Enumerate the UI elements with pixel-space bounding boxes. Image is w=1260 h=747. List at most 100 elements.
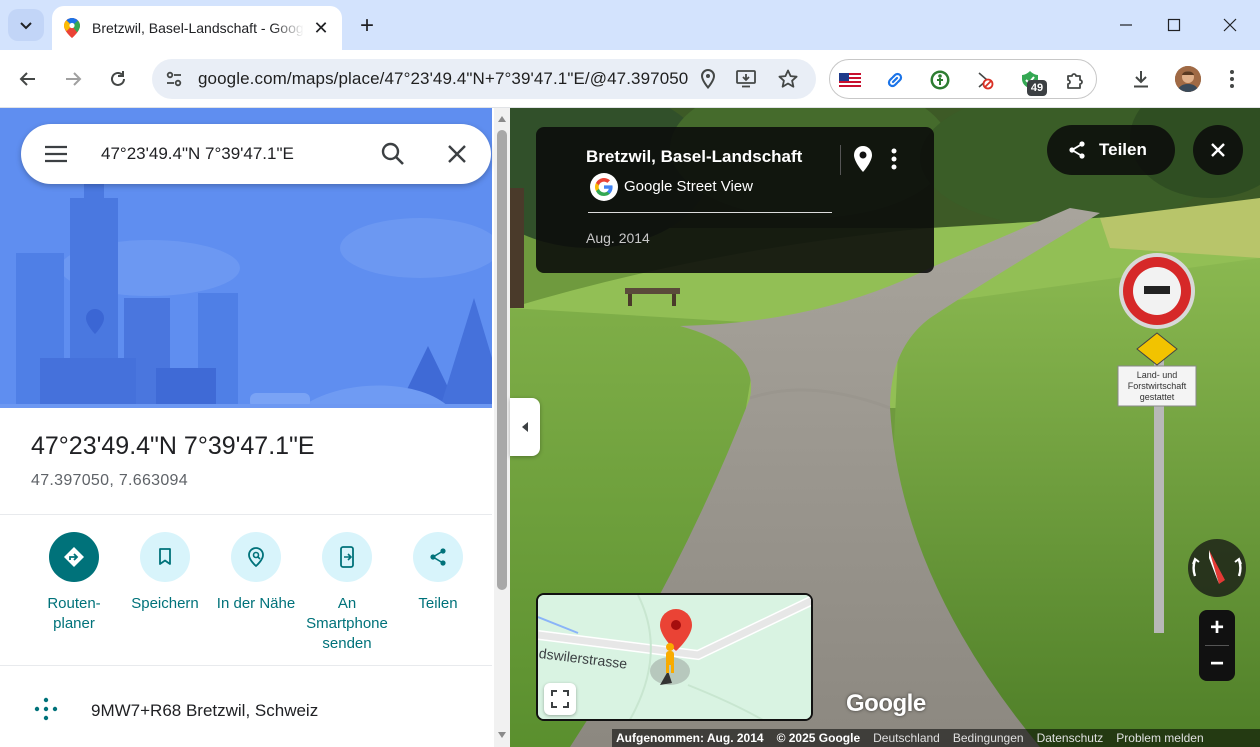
directions-icon-circle xyxy=(49,532,99,582)
block-icon xyxy=(978,72,994,90)
scroll-up-icon[interactable] xyxy=(497,114,507,124)
card-separator xyxy=(840,145,841,175)
install-icon xyxy=(736,70,756,88)
minimap-expand-button[interactable] xyxy=(544,683,576,715)
browser-tab-active[interactable]: Bretzwil, Basel-Landschaft - Google Maps… xyxy=(52,6,342,50)
location-pin-icon[interactable] xyxy=(852,145,874,173)
extension-blocker[interactable] xyxy=(973,68,997,92)
menu-button[interactable] xyxy=(43,142,69,166)
new-tab-button[interactable]: + xyxy=(354,12,380,39)
street-view-info-card: Bretzwil, Basel-Landschaft Google Street… xyxy=(536,127,934,273)
site-info-button[interactable] xyxy=(160,65,188,93)
share-label: Teilen xyxy=(418,595,458,612)
scroll-down-icon[interactable] xyxy=(497,730,507,740)
zoom-control: + − xyxy=(1199,610,1235,681)
google-g-icon xyxy=(595,178,613,196)
share-icon-circle xyxy=(413,532,463,582)
browser-toolbar: google.com/maps/place/47°23'49.4"N+7°39'… xyxy=(0,50,1260,108)
scrollbar-thumb[interactable] xyxy=(497,130,507,590)
hamburger-menu-icon xyxy=(45,145,67,163)
link-icon xyxy=(887,72,903,88)
save-button[interactable]: Speichern xyxy=(120,532,210,614)
map-footer: Aufgenommen: Aug. 2014 © 2025 Google Deu… xyxy=(612,729,1260,747)
footer-terms-link[interactable]: Bedingungen xyxy=(953,731,1024,745)
street-view-location-title[interactable]: Bretzwil, Basel-Landschaft xyxy=(586,147,802,167)
share-icon xyxy=(430,548,446,566)
back-button[interactable] xyxy=(12,63,44,95)
tab-close-icon[interactable]: ✕ xyxy=(310,17,332,39)
footer-report-link[interactable]: Problem melden xyxy=(1116,731,1203,745)
search-input[interactable]: 47°23'49.4"N 7°39'47.1"E xyxy=(101,144,294,164)
url-text: google.com/maps/place/47°23'49.4"N+7°39'… xyxy=(198,69,688,88)
star-icon xyxy=(778,69,798,88)
save-label: Speichern xyxy=(131,595,199,612)
street-view-share-button[interactable]: Teilen xyxy=(1047,125,1175,175)
bookmark-star-button[interactable] xyxy=(774,65,802,93)
install-app-button[interactable] xyxy=(732,65,760,93)
close-icon xyxy=(1223,18,1237,32)
directions-button[interactable]: Routen- planer xyxy=(29,532,119,634)
address-bar[interactable]: google.com/maps/place/47°23'49.4"N+7°39'… xyxy=(152,59,816,99)
place-coordinates: 47.397050, 7.663094 xyxy=(31,472,188,489)
compass-icon[interactable] xyxy=(1187,538,1247,598)
nearby-search-icon xyxy=(248,547,264,568)
clear-search-button[interactable] xyxy=(443,140,471,168)
send-to-phone-label: An Smartphone senden xyxy=(306,595,388,652)
maximize-window-button[interactable] xyxy=(1154,10,1194,40)
fullscreen-icon xyxy=(551,690,569,708)
google-watermark: Google xyxy=(846,690,926,717)
minimize-window-button[interactable] xyxy=(1106,10,1146,40)
capture-date[interactable]: Aug. 2014 xyxy=(586,230,650,246)
send-to-phone-button[interactable]: An Smartphone senden xyxy=(302,532,392,654)
caret-left-icon xyxy=(522,422,528,432)
close-window-button[interactable] xyxy=(1210,10,1250,40)
nearby-label: In der Nähe xyxy=(216,595,296,612)
zoom-out-button[interactable]: − xyxy=(1199,646,1235,681)
footer-privacy-link[interactable]: Datenschutz xyxy=(1037,731,1104,745)
footer-copyright: © 2025 Google xyxy=(776,731,861,745)
more-vert-icon[interactable] xyxy=(884,145,904,173)
download-icon xyxy=(1134,71,1148,88)
tab-bar: Bretzwil, Basel-Landschaft - Google Maps… xyxy=(0,0,1260,50)
close-street-view-button[interactable] xyxy=(1193,125,1243,175)
tab-title: Bretzwil, Basel-Landschaft - Google Maps xyxy=(92,20,304,36)
forward-button[interactable] xyxy=(57,63,89,95)
search-button[interactable] xyxy=(379,140,407,168)
extensions-menu-button[interactable] xyxy=(1063,68,1087,92)
green-figure-icon xyxy=(930,70,950,90)
footer-country[interactable]: Deutschland xyxy=(873,731,940,745)
profile-avatar[interactable] xyxy=(1175,66,1201,92)
avatar-icon xyxy=(1175,66,1201,92)
minimize-icon xyxy=(1120,24,1132,26)
card-divider xyxy=(588,212,832,213)
send-to-phone-icon xyxy=(340,546,354,568)
reload-button[interactable] xyxy=(102,63,134,95)
nearby-icon-circle xyxy=(231,532,281,582)
close-icon xyxy=(1211,143,1225,157)
arrow-right-icon xyxy=(66,72,82,86)
plus-code-icon xyxy=(34,697,58,721)
nearby-button[interactable]: In der Nähe xyxy=(211,532,301,614)
tune-icon xyxy=(166,71,182,87)
more-vert-icon xyxy=(1230,70,1234,88)
location-button[interactable] xyxy=(694,65,722,93)
panel-scrollbar[interactable] xyxy=(494,108,510,747)
send-to-phone-icon-circle xyxy=(322,532,372,582)
extension-link[interactable] xyxy=(883,68,907,92)
google-g-logo-icon xyxy=(590,173,618,201)
extension-us-flag[interactable] xyxy=(838,68,862,92)
save-icon-circle xyxy=(140,532,190,582)
zoom-in-button[interactable]: + xyxy=(1199,610,1235,645)
us-flag-icon xyxy=(839,73,861,87)
downloads-button[interactable] xyxy=(1125,63,1157,95)
chrome-menu-button[interactable] xyxy=(1216,63,1248,95)
collapse-panel-button[interactable] xyxy=(510,398,540,456)
minimap[interactable]: dswilerstrasse xyxy=(536,593,813,721)
search-icon xyxy=(381,142,404,165)
tab-search-button[interactable] xyxy=(8,9,44,41)
divider xyxy=(0,514,492,515)
share-button[interactable]: Teilen xyxy=(393,532,483,614)
search-box[interactable]: 47°23'49.4"N 7°39'47.1"E xyxy=(21,124,491,184)
share-icon xyxy=(1069,141,1085,159)
extension-green-figure[interactable] xyxy=(928,68,952,92)
